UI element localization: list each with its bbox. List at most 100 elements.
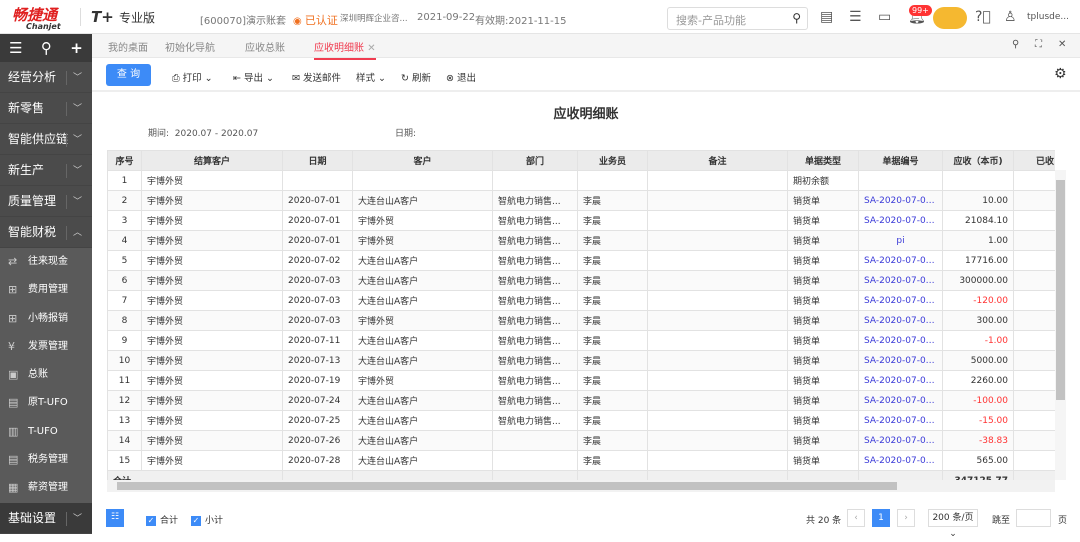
sidebar-group[interactable]: 智能财税 ︿ (0, 217, 92, 248)
fullscreen-icon[interactable]: ⛶ (1035, 39, 1042, 50)
table-row[interactable]: 10 宇博外贸 2020-07-13 大连台山A客户 智航电力销售... 李晨 销货单 SA-… (107, 350, 1055, 371)
sum-checkbox[interactable]: ✓ 合计 (146, 513, 178, 526)
column-header[interactable]: 单据类型 (787, 150, 859, 171)
checklist-icon[interactable]: ☰ (849, 9, 862, 25)
column-settings-icon[interactable]: ☷ (106, 509, 124, 527)
chevron-down-icon[interactable]: ﹀ (65, 195, 82, 209)
sidebar-group[interactable]: 新生产 ﹀ (0, 155, 92, 186)
horizontal-scrollbar[interactable] (107, 480, 1055, 492)
exit-button[interactable]: ⊗ 退出 (446, 70, 476, 84)
chevron-down-icon[interactable]: ﹀ (65, 511, 82, 526)
vertical-scrollbar[interactable] (1055, 170, 1066, 480)
close-tab-icon[interactable]: ✕ (367, 43, 375, 54)
column-header[interactable]: 结算客户 (141, 150, 283, 171)
table-row[interactable]: 15 宇博外贸 2020-07-28 大连台山A客户 李晨 销货单 SA-2020-07-0… (107, 450, 1055, 471)
gear-icon[interactable]: ⚙ (1054, 66, 1067, 82)
tab-desktop[interactable]: 我的桌面 (108, 39, 148, 54)
chevron-down-icon[interactable]: ﹀ (65, 133, 82, 147)
style-button[interactable]: 样式 ⌄ (356, 70, 386, 84)
search-input[interactable]: 搜索-产品功能 ⚲ (667, 7, 808, 30)
table-cell[interactable]: SA-2020-07-00... (858, 290, 943, 311)
chevron-up-icon[interactable]: ︿ (65, 226, 82, 240)
account-name[interactable]: [600070]演示账套 (200, 12, 286, 27)
column-header[interactable]: 备注 (647, 150, 788, 171)
table-cell[interactable]: SA-2020-07-00... (858, 390, 943, 411)
search-icon[interactable]: ⚲ (41, 39, 52, 57)
column-header[interactable]: 已收（本币) (1013, 150, 1055, 171)
sidebar-group[interactable]: 质量管理 ﹀ (0, 186, 92, 217)
table-row[interactable]: 2 宇博外贸 2020-07-01 大连台山A客户 智航电力销售... 李晨 销货单 SA-2… (107, 190, 1055, 211)
table-cell[interactable]: SA-2020-07-00... (858, 410, 943, 431)
plus-icon[interactable]: + (70, 39, 83, 57)
table-row[interactable]: 11 宇博外贸 2020-07-19 宇博外贸 智航电力销售... 李晨 销货单 SA-202… (107, 370, 1055, 391)
table-cell[interactable]: SA-2020-07-00... (858, 370, 943, 391)
sidebar-item[interactable]: ▤ 原T-UFO (0, 389, 92, 418)
sidebar-item[interactable]: ▣ 总账 (0, 361, 92, 390)
page-size-select[interactable]: 200 条/页⌄ (928, 509, 978, 539)
table-cell[interactable]: SA-2020-07-00... (858, 450, 943, 471)
subtotal-checkbox[interactable]: ✓ 小计 (191, 513, 223, 526)
column-header[interactable]: 业务员 (577, 150, 648, 171)
query-button[interactable]: 查 询 (106, 64, 151, 86)
table-row[interactable]: 6 宇博外贸 2020-07-03 大连台山A客户 智航电力销售... 李晨 销货单 SA-2… (107, 270, 1055, 291)
menu-icon[interactable]: ☰ (9, 39, 22, 57)
chevron-down-icon[interactable]: ﹀ (65, 71, 82, 85)
page-1-button[interactable]: 1 (872, 509, 890, 527)
table-cell[interactable] (858, 170, 943, 191)
sidebar-group[interactable]: 智能供应链 ﹀ (0, 124, 92, 155)
email-button[interactable]: ✉ 发送邮件 (292, 70, 341, 84)
table-row[interactable]: 5 宇博外贸 2020-07-02 大连台山A客户 智航电力销售... 李晨 销货单 SA-2… (107, 250, 1055, 271)
sidebar-item[interactable]: ⇄ 往来现金 (0, 248, 92, 277)
table-cell[interactable]: SA-2020-07-00... (858, 270, 943, 291)
table-row[interactable]: 7 宇博外贸 2020-07-03 大连台山A客户 智航电力销售... 李晨 销货单 SA-2… (107, 290, 1055, 311)
column-header[interactable]: 应收（本币) (942, 150, 1014, 171)
sidebar-item[interactable]: ⊞ 费用管理 (0, 276, 92, 305)
export-button[interactable]: ⇤ 导出 ⌄ (233, 70, 274, 84)
tab-init-nav[interactable]: 初始化导航 (165, 39, 215, 54)
refresh-button[interactable]: ↻ 刷新 (401, 70, 431, 84)
column-header[interactable]: 日期 (282, 150, 353, 171)
table-row[interactable]: 9 宇博外贸 2020-07-11 大连台山A客户 智航电力销售... 李晨 销货单 SA-2… (107, 330, 1055, 351)
table-cell[interactable]: SA-2020-07-00... (858, 210, 943, 231)
sidebar-item[interactable]: ¥ 发票管理 (0, 332, 92, 362)
table-cell[interactable]: SA-2020-07-00... (858, 430, 943, 451)
tab-ar-ledger[interactable]: 应收总账 (245, 39, 285, 54)
search-icon[interactable]: ⚲ (1012, 39, 1019, 50)
next-page-button[interactable]: › (897, 509, 915, 527)
table-row[interactable]: 14 宇博外贸 2020-07-26 大连台山A客户 李晨 销货单 SA-2020-07-0… (107, 430, 1055, 451)
sidebar-item[interactable]: ▦ 薪资管理 (0, 474, 92, 503)
chevron-down-icon[interactable]: ﹀ (65, 102, 82, 116)
table-cell[interactable]: SA-2020-07-00... (858, 330, 943, 351)
column-header[interactable]: 单据编号 (858, 150, 943, 171)
jump-page-input[interactable] (1016, 509, 1051, 527)
prev-page-button[interactable]: ‹ (847, 509, 865, 527)
tab-ar-detail[interactable]: 应收明细账 ✕ (314, 39, 376, 60)
chevron-down-icon[interactable]: ﹀ (65, 164, 82, 178)
table-cell[interactable]: SA-2020-07-00... (858, 250, 943, 271)
table-row[interactable]: 8 宇博外贸 2020-07-03 宇博外贸 智航电力销售... 李晨 销货单 SA-2020… (107, 310, 1055, 331)
column-header[interactable]: 部门 (492, 150, 578, 171)
search-icon[interactable]: ⚲ (792, 11, 801, 25)
help-icon[interactable]: ?⃝ (975, 9, 991, 25)
table-cell[interactable]: SA-2020-07-00... (858, 310, 943, 331)
column-header[interactable]: 序号 (107, 150, 142, 171)
sidebar-item[interactable]: ▥ T-UFO (0, 417, 92, 447)
calculator-icon[interactable]: ▤ (820, 9, 833, 25)
table-cell[interactable]: SA-2020-07-00... (858, 350, 943, 371)
mascot-icon[interactable] (933, 7, 967, 29)
table-cell[interactable]: SA-2020-07-00... (858, 190, 943, 211)
table-row[interactable]: 1 宇博外贸 期初余额 (107, 170, 1055, 191)
table-row[interactable]: 13 宇博外贸 2020-07-25 大连台山A客户 智航电力销售... 李晨 销货单 SA-… (107, 410, 1055, 431)
print-button[interactable]: ⎙ 打印 ⌄ (172, 70, 213, 84)
sidebar-group[interactable]: 经营分析 ﹀ (0, 62, 92, 93)
message-icon[interactable]: ▭ (878, 9, 891, 25)
sidebar-group[interactable]: 新零售 ﹀ (0, 93, 92, 124)
table-cell[interactable]: pi (858, 230, 943, 251)
table-row[interactable]: 3 宇博外贸 2020-07-01 宇博外贸 智航电力销售... 李晨 销货单 SA-2020… (107, 210, 1055, 231)
table-row[interactable]: 4 宇博外贸 2020-07-01 宇博外贸 智航电力销售... 李晨 销货单 pi 1.00 (107, 230, 1055, 251)
sidebar-item[interactable]: ⊞ 小畅报销 (0, 304, 92, 333)
sidebar-group[interactable]: 基础设置 ﹀ (0, 502, 92, 534)
table-row[interactable]: 12 宇博外贸 2020-07-24 大连台山A客户 智航电力销售... 李晨 销货单 SA-… (107, 390, 1055, 411)
close-icon[interactable]: ✕ (1058, 39, 1066, 50)
column-header[interactable]: 客户 (352, 150, 493, 171)
